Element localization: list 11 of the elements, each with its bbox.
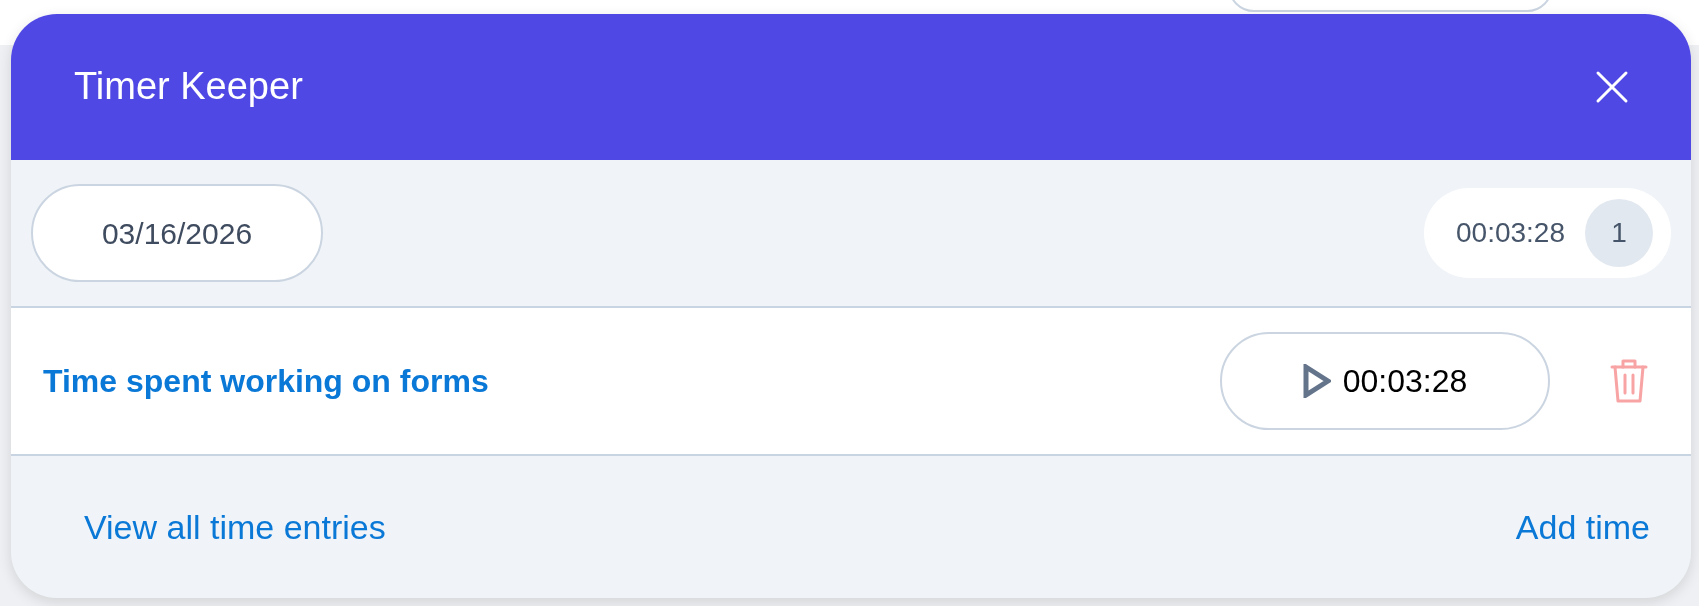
dialog-title: Timer Keeper — [74, 64, 303, 110]
total-time: 00:03:28 — [1456, 216, 1565, 250]
date-picker[interactable]: 03/16/2026 — [31, 184, 323, 282]
trash-icon — [1610, 357, 1648, 405]
close-icon — [1595, 70, 1629, 104]
footer-link[interactable]: Add time — [1515, 501, 1650, 553]
entry-title-link[interactable]: Time spent working on forms — [43, 357, 489, 405]
entry-count: 1 — [1585, 199, 1653, 267]
footer-link[interactable]: View all time entries — [84, 501, 386, 553]
close-button[interactable] — [1595, 70, 1629, 104]
timer-button[interactable]: 00:03:28 — [1220, 332, 1550, 430]
